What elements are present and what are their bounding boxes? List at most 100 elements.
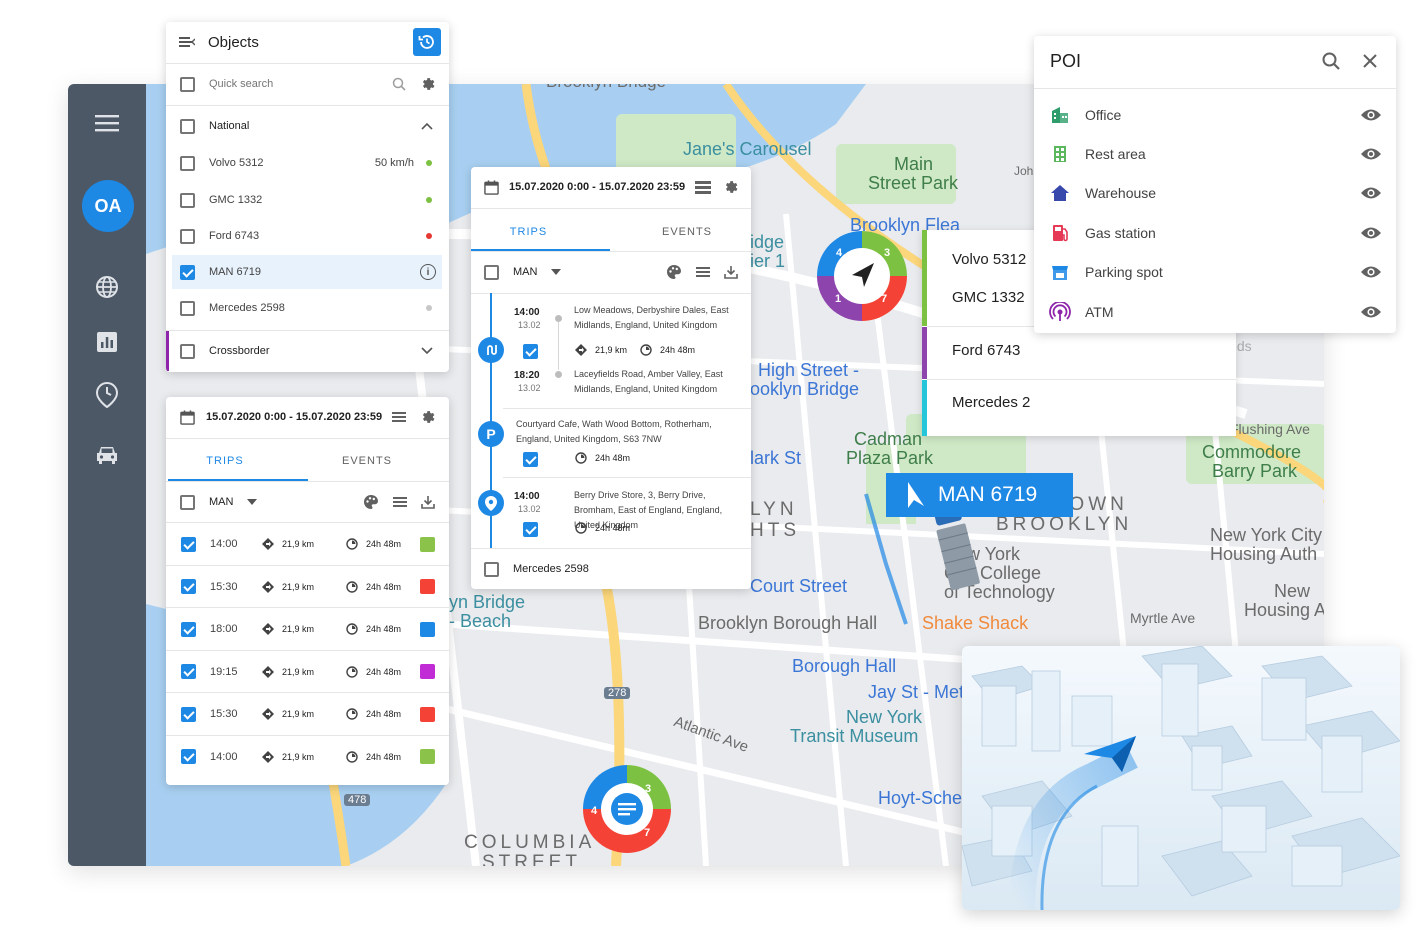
trip-checkbox[interactable] bbox=[181, 664, 196, 679]
trip-row[interactable]: 18:00 21,9 km 24h 48m bbox=[166, 608, 449, 650]
poi-item[interactable]: Parking spot bbox=[1034, 253, 1396, 292]
history-pin-icon[interactable] bbox=[92, 380, 122, 410]
list-view-icon[interactable] bbox=[392, 411, 406, 423]
trip-color-swatch[interactable] bbox=[420, 621, 435, 637]
vehicle-checkbox[interactable] bbox=[180, 300, 195, 316]
cluster-vehicle-name[interactable]: Ford 6743 bbox=[952, 342, 1020, 359]
trip-row[interactable]: 19:15 21,9 km 24h 48m bbox=[166, 651, 449, 693]
date-range[interactable]: 15.07.2020 0:00 - 15.07.2020 23:59 bbox=[509, 181, 685, 193]
poi-item[interactable]: Rest area bbox=[1034, 134, 1396, 173]
parking-item[interactable]: P Courtyard Cafe, Wath Wood Bottom, Roth… bbox=[471, 409, 751, 477]
tab-events[interactable]: EVENTS bbox=[308, 455, 426, 467]
trip-item[interactable]: 14:00 13.02 Low Meadows, Derbyshire Dale… bbox=[471, 293, 751, 408]
cluster-marker-bottom[interactable]: 3 4 7 bbox=[582, 764, 672, 854]
list-view-icon[interactable] bbox=[393, 496, 407, 508]
poi-item[interactable]: Office bbox=[1034, 95, 1396, 134]
vehicle-filter[interactable]: MAN bbox=[513, 266, 537, 278]
list-item[interactable]: MAN 6719 i bbox=[166, 255, 449, 289]
vehicle-checkbox[interactable] bbox=[180, 155, 195, 171]
trip-row[interactable]: 15:30 21,9 km 24h 48m bbox=[166, 566, 449, 608]
trip-checkbox[interactable] bbox=[181, 749, 196, 764]
close-icon[interactable] bbox=[1362, 53, 1378, 69]
trip-color-swatch[interactable] bbox=[420, 749, 435, 764]
dropdown-caret-icon[interactable] bbox=[551, 269, 562, 275]
cluster-vehicle-name[interactable]: Mercedes 2 bbox=[952, 394, 1030, 411]
trip-checkbox[interactable] bbox=[523, 344, 538, 359]
palette-icon[interactable] bbox=[363, 494, 379, 510]
vehicle-callout[interactable]: MAN 6719 bbox=[886, 473, 1073, 517]
trip-checkbox[interactable] bbox=[181, 706, 196, 722]
eye-icon[interactable] bbox=[1360, 186, 1382, 200]
vehicle-checkbox[interactable] bbox=[180, 228, 195, 244]
trip-distance: 21,9 km bbox=[282, 751, 315, 762]
chevron-up-icon[interactable] bbox=[421, 122, 433, 130]
trip-row[interactable]: 15:30 21,9 km 24h 48m bbox=[166, 693, 449, 735]
trip-checkbox[interactable] bbox=[181, 621, 196, 637]
menu-icon[interactable] bbox=[92, 108, 122, 138]
avatar[interactable]: OA bbox=[82, 180, 134, 232]
list-item[interactable]: Mercedes 2598 bbox=[471, 549, 751, 589]
vehicle-filter[interactable]: MAN bbox=[209, 496, 233, 508]
gear-icon[interactable] bbox=[420, 76, 436, 92]
trip-row[interactable]: 14:00 21,9 km 24h 48m bbox=[166, 523, 449, 565]
cluster-vehicle-name[interactable]: GMC 1332 bbox=[952, 289, 1025, 306]
eye-icon[interactable] bbox=[1360, 226, 1382, 240]
eye-icon[interactable] bbox=[1360, 265, 1382, 279]
trip-color-swatch[interactable] bbox=[420, 664, 435, 679]
list-view-icon[interactable] bbox=[695, 180, 711, 194]
history-button[interactable] bbox=[413, 28, 441, 56]
select-all-checkbox[interactable] bbox=[484, 264, 499, 280]
download-icon[interactable] bbox=[724, 265, 738, 279]
palette-icon[interactable] bbox=[666, 264, 682, 280]
cluster-vehicle-name[interactable]: Volvo 5312 bbox=[952, 251, 1026, 268]
list-item[interactable]: Volvo 5312 50 km/h bbox=[166, 146, 449, 180]
gear-icon[interactable] bbox=[420, 409, 436, 425]
parking-checkbox[interactable] bbox=[523, 452, 538, 467]
search-icon[interactable] bbox=[392, 77, 406, 91]
eye-icon[interactable] bbox=[1360, 147, 1382, 161]
select-all-checkbox[interactable] bbox=[180, 76, 195, 92]
poi-item[interactable]: ATM bbox=[1034, 292, 1396, 331]
trip-checkbox[interactable] bbox=[181, 536, 196, 552]
reports-chart-icon[interactable] bbox=[92, 327, 122, 357]
trip-color-swatch[interactable] bbox=[420, 706, 435, 722]
trip-checkbox[interactable] bbox=[181, 579, 196, 594]
list-item[interactable]: Mercedes 2598 bbox=[166, 291, 449, 325]
trip-row[interactable]: 14:00 21,9 km 24h 48m bbox=[166, 736, 449, 778]
vehicle-checkbox[interactable] bbox=[180, 264, 195, 280]
download-icon[interactable] bbox=[421, 495, 435, 509]
tab-events[interactable]: EVENTS bbox=[617, 226, 751, 238]
date-range[interactable]: 15.07.2020 0:00 - 15.07.2020 23:59 bbox=[206, 411, 382, 423]
chevron-down-icon[interactable] bbox=[421, 347, 433, 355]
globe-icon[interactable] bbox=[92, 272, 122, 302]
tab-trips[interactable]: TRIPS bbox=[166, 455, 284, 467]
search-icon[interactable] bbox=[1322, 52, 1340, 70]
poi-item[interactable]: Warehouse bbox=[1034, 174, 1396, 213]
navigation-3d-view[interactable] bbox=[962, 646, 1400, 910]
group-checkbox[interactable] bbox=[180, 343, 195, 359]
vehicle-car-icon[interactable] bbox=[92, 440, 122, 470]
eye-icon[interactable] bbox=[1360, 305, 1382, 319]
trip-color-swatch[interactable] bbox=[420, 536, 435, 552]
group-checkbox[interactable] bbox=[180, 118, 195, 134]
select-all-checkbox[interactable] bbox=[180, 494, 195, 510]
gear-icon[interactable] bbox=[723, 179, 739, 195]
tab-trips[interactable]: TRIPS bbox=[471, 226, 586, 238]
duration-icon bbox=[346, 623, 358, 635]
list-view-icon[interactable] bbox=[696, 266, 710, 278]
vehicle-checkbox[interactable] bbox=[180, 192, 195, 208]
list-item[interactable]: Ford 6743 bbox=[166, 219, 449, 253]
stop-item[interactable]: 14:00 13.02 Berry Drive Store, 3, Berry … bbox=[471, 478, 751, 548]
collapse-menu-icon[interactable] bbox=[179, 35, 195, 49]
search-input[interactable] bbox=[209, 78, 379, 90]
list-item[interactable]: GMC 1332 bbox=[166, 183, 449, 217]
poi-item[interactable]: Gas station bbox=[1034, 213, 1396, 252]
dropdown-caret-icon[interactable] bbox=[247, 499, 258, 505]
eye-icon[interactable] bbox=[1360, 108, 1382, 122]
stop-checkbox[interactable] bbox=[523, 522, 538, 537]
cluster-marker-top[interactable]: 3 4 1 7 bbox=[816, 230, 908, 322]
trip-color-swatch[interactable] bbox=[420, 579, 435, 594]
vehicle-checkbox[interactable] bbox=[484, 561, 499, 577]
distance-icon bbox=[262, 750, 274, 763]
info-icon[interactable]: i bbox=[419, 264, 436, 280]
